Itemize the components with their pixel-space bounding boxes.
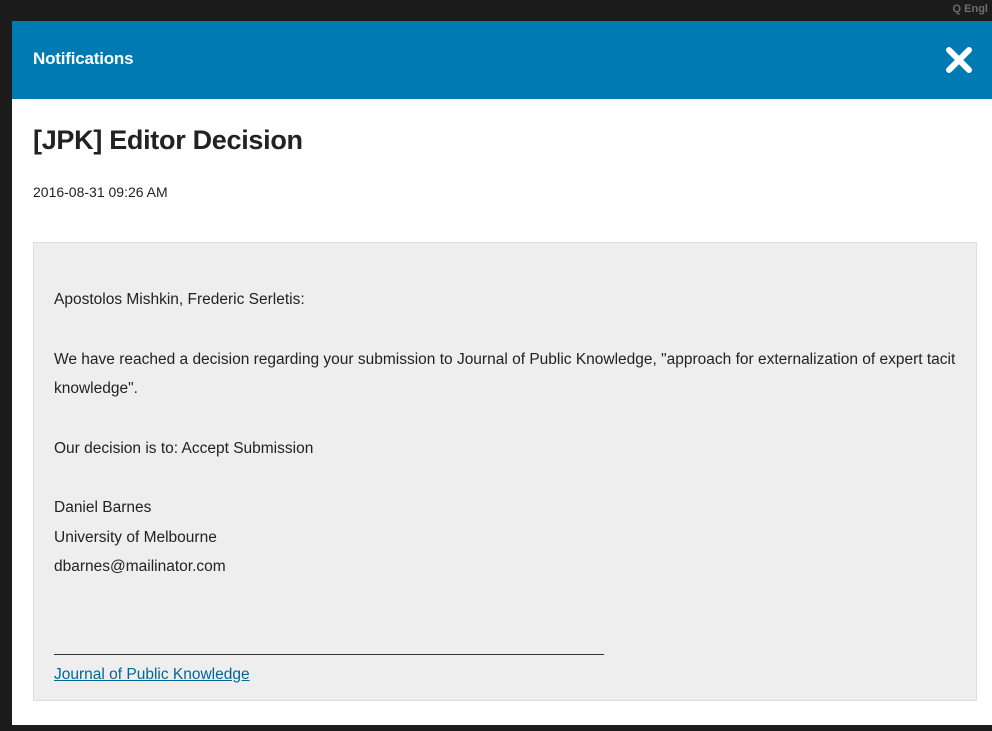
message-greeting: Apostolos Mishkin, Frederic Serletis: [54, 291, 305, 308]
notifications-modal: Notifications [JPK] Editor Decision 2016… [12, 21, 992, 725]
modal-title: Notifications [33, 49, 134, 68]
signature-name: Daniel Barnes [54, 499, 152, 516]
notification-title: [JPK] Editor Decision [33, 125, 303, 155]
message-body: We have reached a decision regarding you… [54, 350, 956, 398]
notification-date: 2016-08-31 09:26 AM [33, 184, 168, 200]
message-signature: Daniel Barnes University of Melbourne db… [54, 493, 956, 582]
modal-header: Notifications [12, 21, 992, 99]
close-icon [945, 46, 973, 74]
message-decision: Our decision is to: Accept Submission [54, 439, 314, 457]
close-button[interactable] [942, 43, 976, 77]
notification-message: Apostolos Mishkin, Frederic Serletis: We… [33, 242, 977, 701]
signature-email: dbarnes@mailinator.com [54, 558, 226, 575]
language-selector-partial: Q Engl [952, 3, 988, 15]
journal-link[interactable]: Journal of Public Knowledge [54, 660, 250, 690]
modal-body: [JPK] Editor Decision 2016-08-31 09:26 A… [12, 125, 992, 701]
signature-affiliation: University of Melbourne [54, 528, 217, 546]
signature-divider [54, 653, 604, 655]
